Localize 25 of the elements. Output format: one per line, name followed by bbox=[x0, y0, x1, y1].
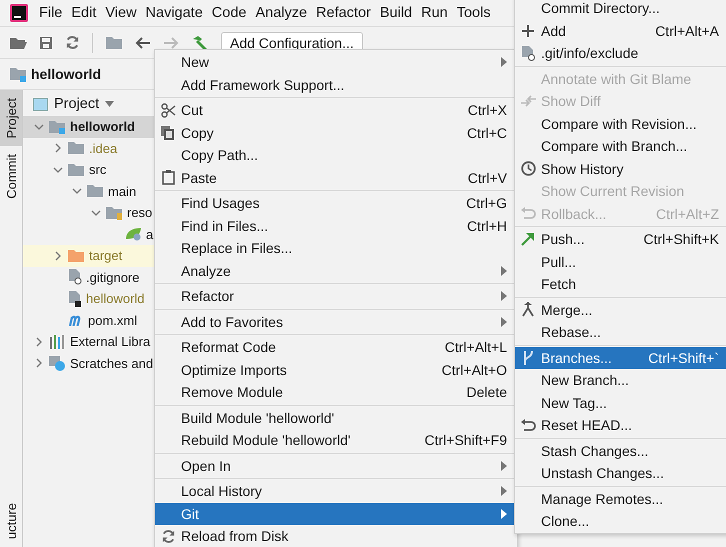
shortcut-text: Ctrl+Alt+A bbox=[655, 22, 719, 39]
shortcut-text: Ctrl+Alt+O bbox=[442, 362, 507, 378]
tree-item-label: External Libra bbox=[70, 334, 150, 350]
tree-item-label: .gitignore bbox=[86, 270, 140, 285]
shortcut-text: Ctrl+X bbox=[468, 102, 507, 118]
tree-item-label: .idea bbox=[89, 140, 118, 156]
shortcut-text: Ctrl+C bbox=[466, 124, 507, 141]
tree-item-label: target bbox=[89, 248, 122, 264]
shortcut-text: Delete bbox=[466, 384, 507, 400]
shortcut-text: Ctrl+H bbox=[466, 218, 507, 234]
shortcut-text: Ctrl+Shift+` bbox=[648, 350, 719, 366]
tree-item-label: main bbox=[108, 184, 136, 199]
tree-item-label: helloworld bbox=[86, 291, 145, 306]
tree-item-label: src bbox=[89, 162, 106, 178]
tree-item-label: pom.xml bbox=[88, 312, 138, 328]
shortcut-text: Ctrl+Alt+Z bbox=[656, 206, 719, 222]
tree-item-label: reso bbox=[127, 205, 152, 220]
tree-item-label: a bbox=[146, 226, 154, 242]
shortcut-text: Ctrl+Shift+K bbox=[644, 231, 719, 248]
tree-item-label: Scratches and bbox=[70, 356, 154, 371]
shortcut-text: Ctrl+G bbox=[466, 195, 507, 212]
tree-item-label: helloworld bbox=[70, 119, 135, 134]
shortcut-text: Ctrl+V bbox=[468, 170, 507, 186]
shortcut-text: Ctrl+Alt+L bbox=[444, 339, 507, 356]
shortcut-text: Ctrl+Shift+F9 bbox=[424, 432, 507, 448]
